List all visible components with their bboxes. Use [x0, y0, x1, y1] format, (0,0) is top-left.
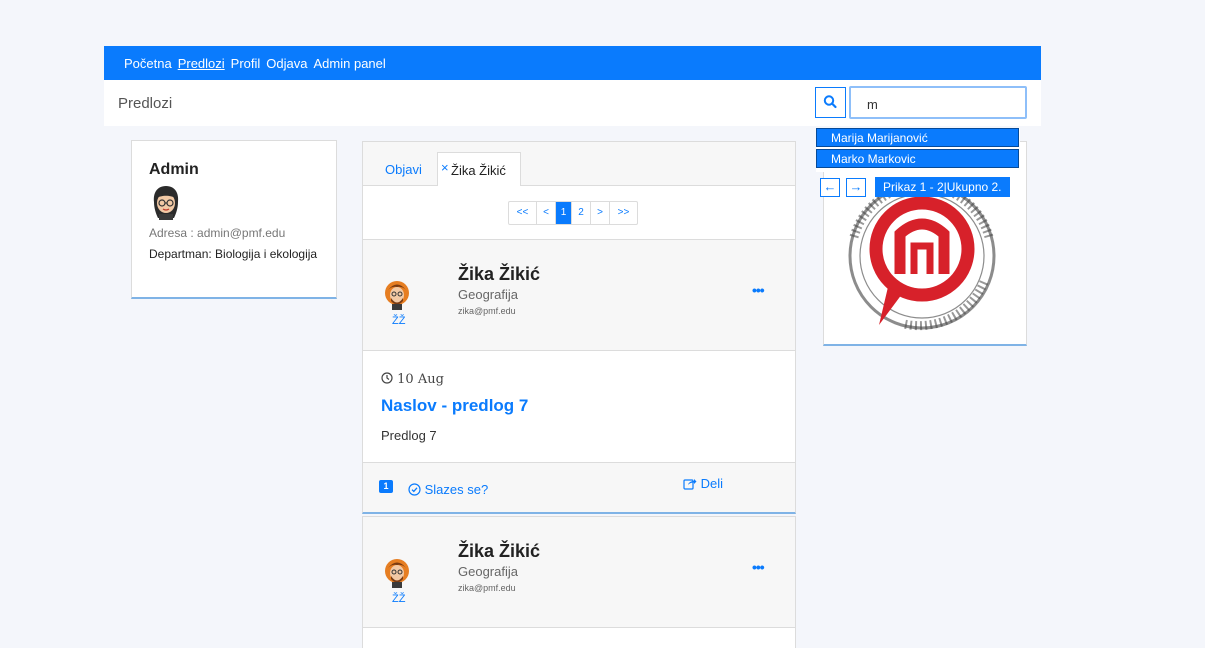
- tab-label: Žika Žikić: [451, 163, 506, 178]
- more-options-icon[interactable]: •••: [752, 559, 765, 575]
- author-initials[interactable]: ŽŽ: [392, 315, 405, 327]
- post-footer: 1 Slazes se? Deli: [362, 462, 796, 514]
- search-icon: [823, 95, 837, 109]
- author-avatar[interactable]: [384, 277, 410, 316]
- results-count-info: Prikaz 1 - 2|Ukupno 2.: [875, 177, 1010, 197]
- close-tab-icon[interactable]: ×: [441, 160, 449, 175]
- page-first-button[interactable]: <<: [509, 202, 537, 224]
- post-title[interactable]: Naslov - predlog 7: [381, 396, 528, 416]
- agree-button[interactable]: Slazes se?: [408, 482, 488, 497]
- share-icon: [683, 479, 697, 490]
- posts-column: Objavi × Žika Žikić << < 1 2 > >> ŽŽ Žik…: [362, 141, 796, 648]
- author-name[interactable]: Žika Žikić: [458, 541, 540, 562]
- author-avatar-icon: [385, 559, 409, 588]
- search-result-item[interactable]: Marija Marijanović: [816, 128, 1019, 147]
- page-title: Predlozi: [118, 95, 173, 112]
- search-results-dropdown: Marija Marijanović Marko Markovic: [816, 128, 1020, 172]
- profile-department: Departman: Biologija i ekologija: [149, 247, 318, 261]
- author-name[interactable]: Žika Žikić: [458, 264, 540, 285]
- post-body: [362, 628, 796, 648]
- arrow-left-icon: ←: [823, 179, 837, 194]
- profile-address: Adresa : admin@pmf.edu: [149, 226, 286, 240]
- post-date-text: 10 Aug: [397, 372, 444, 387]
- clock-icon: [381, 372, 393, 384]
- nav-link-odjava[interactable]: Odjava: [266, 56, 307, 71]
- top-navbar: Početna Predlozi Profil Odjava Admin pan…: [104, 46, 1041, 80]
- post-body: 10 Aug Naslov - predlog 7 Predlog 7: [362, 351, 796, 462]
- page-next-button[interactable]: >: [591, 202, 610, 224]
- author-department: Geografija: [458, 287, 518, 302]
- agree-label: Slazes se?: [424, 482, 489, 497]
- share-button[interactable]: Deli: [683, 476, 723, 491]
- check-circle-icon: [408, 483, 421, 496]
- search-input[interactable]: [865, 96, 1019, 113]
- tab-objavi[interactable]: Objavi: [385, 162, 422, 177]
- more-options-icon[interactable]: •••: [752, 282, 765, 298]
- nav-link-pocetna[interactable]: Početna: [124, 56, 172, 71]
- page-2-button[interactable]: 2: [572, 202, 591, 224]
- author-email: zika@pmf.edu: [458, 306, 516, 316]
- pagination: << < 1 2 > >>: [362, 186, 796, 239]
- search-field[interactable]: [849, 86, 1027, 119]
- author-avatar[interactable]: [384, 555, 410, 594]
- admin-avatar-icon: [153, 186, 179, 220]
- page-prev-button[interactable]: <: [537, 202, 556, 224]
- post-header: ŽŽ Žika Žikić Geografija zika@pmf.edu ••…: [362, 239, 796, 351]
- search-result-item[interactable]: Marko Markovic: [816, 149, 1019, 168]
- tab-bar: Objavi × Žika Žikić: [362, 141, 796, 187]
- author-initials[interactable]: ŽŽ: [392, 593, 405, 605]
- profile-name: Admin: [149, 161, 199, 178]
- post-text: Predlog 7: [381, 428, 437, 443]
- tab-zika-zikic[interactable]: × Žika Žikić: [437, 152, 521, 187]
- agree-count-badge: 1: [379, 480, 393, 493]
- author-avatar-icon: [385, 281, 409, 310]
- profile-card: Admin Adresa : admin@pmf.edu Departman: …: [131, 140, 337, 299]
- arrow-right-icon: →: [849, 179, 863, 194]
- nav-links: Početna Predlozi Profil Odjava Admin pan…: [124, 56, 386, 71]
- admin-avatar: [151, 184, 181, 227]
- nav-link-predlozi[interactable]: Predlozi: [178, 56, 225, 71]
- search-button[interactable]: [815, 87, 846, 118]
- author-department: Geografija: [458, 564, 518, 579]
- dropdown-next-button[interactable]: →: [846, 178, 866, 197]
- dropdown-prev-button[interactable]: ←: [820, 178, 840, 197]
- post-date: 10 Aug: [381, 372, 444, 387]
- page-1-button[interactable]: 1: [556, 202, 572, 224]
- share-label: Deli: [700, 476, 724, 491]
- university-logo-seal: [848, 181, 996, 331]
- author-email: zika@pmf.edu: [458, 583, 516, 593]
- page-last-button[interactable]: >>: [610, 202, 637, 224]
- nav-link-admin-panel[interactable]: Admin panel: [314, 56, 386, 71]
- nav-link-profil[interactable]: Profil: [231, 56, 261, 71]
- post-header: ŽŽ Žika Žikić Geografija zika@pmf.edu ••…: [362, 516, 796, 628]
- pagination-controls: << < 1 2 > >>: [508, 201, 638, 225]
